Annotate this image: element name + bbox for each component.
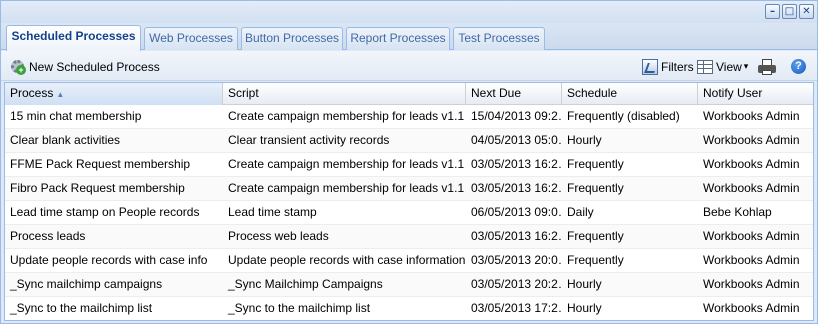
help-button[interactable]: ? [791,58,806,75]
notify-user-cell: Workbooks Admin [703,301,800,315]
tab-scheduled-processes[interactable]: Scheduled Processes [6,25,141,51]
filters-label: Filters [661,59,694,74]
grid-body: 15 min chat membership Create campaign me… [5,105,813,320]
process-cell: 15 min chat membership [10,109,142,123]
next-due-cell: 03/05/2013 16:2… [471,181,562,195]
process-cell: _Sync to the mailchimp list [10,301,153,315]
process-cell: _Sync mailchimp campaigns [10,277,163,291]
table-row[interactable]: Clear blank activities Clear transient ac… [5,129,813,153]
process-cell: Process leads [10,229,86,243]
filter-icon [642,58,658,75]
script-cell: Update people records with case informat… [228,253,466,267]
next-due-cell: 03/05/2013 16:2… [471,229,562,243]
script-cell: Lead time stamp [228,205,317,219]
notify-user-cell: Workbooks Admin [703,181,800,195]
next-due-cell: 03/05/2013 20:2… [471,277,562,291]
view-label: View [716,59,742,74]
minimize-icon[interactable]: – [765,4,780,19]
notify-user-cell: Bebe Kohlap [703,205,772,219]
table-row[interactable]: Lead time stamp on People records Lead ti… [5,201,813,225]
notify-user-cell: Workbooks Admin [703,229,800,243]
schedule-cell: Hourly [567,277,602,291]
script-cell: Process web leads [228,229,329,243]
notify-user-cell: Workbooks Admin [703,157,800,171]
toolbar: + New Scheduled Process Filters View ▾ ? [1,51,817,81]
tab-test-processes[interactable]: Test Processes [453,27,545,50]
table-row[interactable]: 15 min chat membership Create campaign me… [5,105,813,129]
schedule-cell: Frequently [567,229,624,243]
column-header-script[interactable]: Script [223,83,466,105]
maximize-icon[interactable]: □ [782,4,797,19]
print-button[interactable] [758,58,776,75]
grid-view-icon [697,59,713,74]
processes-grid: Process ▲ Script Next Due Schedule Notify… [4,82,814,321]
process-cell: Update people records with case info [10,253,208,267]
table-row[interactable]: FFME Pack Request membership Create campa… [5,153,813,177]
column-header-notify-user[interactable]: Notify User [698,83,813,105]
tab-button-processes[interactable]: Button Processes [241,27,343,50]
new-scheduled-process-label: New Scheduled Process [29,59,160,74]
table-row[interactable]: _Sync to the mailchimp list _Sync to the … [5,297,813,320]
notify-user-cell: Workbooks Admin [703,277,800,291]
schedule-cell: Hourly [567,133,602,147]
next-due-cell: 03/05/2013 17:2… [471,301,562,315]
table-row[interactable]: _Sync mailchimp campaigns _Sync Mailchimp… [5,273,813,297]
process-cell: Fibro Pack Request membership [10,181,185,195]
tab-strip: Scheduled Processes Web Processes Button… [1,23,817,51]
help-icon: ? [791,59,806,74]
column-header-process[interactable]: Process ▲ [5,83,223,105]
schedule-cell: Hourly [567,301,602,315]
window-titlebar: – □ ✕ [1,1,817,23]
next-due-cell: 03/05/2013 16:2… [471,157,562,171]
window-controls: – □ ✕ [765,4,814,19]
chevron-down-icon: ▾ [743,61,749,71]
schedule-cell: Frequently [567,157,624,171]
column-header-schedule[interactable]: Schedule [562,83,698,105]
filters-button[interactable]: Filters [642,58,694,75]
process-cell: FFME Pack Request membership [10,157,191,171]
grid-header: Process ▲ Script Next Due Schedule Notify… [5,83,813,105]
notify-user-cell: Workbooks Admin [703,253,800,267]
printer-icon [758,58,776,75]
next-due-cell: 03/05/2013 20:0… [471,253,562,267]
column-header-next-due[interactable]: Next Due [466,83,562,105]
sort-ascending-icon: ▲ [56,90,65,99]
script-cell: Clear transient activity records [228,133,390,147]
notify-user-cell: Workbooks Admin [703,133,800,147]
table-row[interactable]: Update people records with case info Upda… [5,249,813,273]
next-due-cell: 06/05/2013 09:0… [471,205,562,219]
new-process-icon: + [10,59,26,75]
notify-user-cell: Workbooks Admin [703,109,800,123]
next-due-cell: 04/05/2013 05:0… [471,133,562,147]
view-menu-button[interactable]: View ▾ [697,58,748,75]
script-cell: _Sync to the mailchimp list [228,301,371,315]
table-row[interactable]: Fibro Pack Request membership Create camp… [5,177,813,201]
schedule-cell: Daily [567,205,594,219]
script-cell: _Sync Mailchimp Campaigns [228,277,383,291]
script-cell: Create campaign membership for leads v1.… [228,181,465,195]
script-cell: Create campaign membership for leads v1.… [228,157,465,171]
tab-web-processes[interactable]: Web Processes [144,27,238,50]
script-cell: Create campaign membership for leads v1.… [228,109,465,123]
next-due-cell: 15/04/2013 09:2… [471,109,562,123]
process-cell: Lead time stamp on People records [10,205,200,219]
schedule-cell: Frequently [567,181,624,195]
schedule-cell: Frequently [567,253,624,267]
new-scheduled-process-button[interactable]: + New Scheduled Process [10,58,160,75]
table-row[interactable]: Process leads Process web leads 03/05/2013… [5,225,813,249]
tab-report-processes[interactable]: Report Processes [346,27,450,50]
process-cell: Clear blank activities [10,133,121,147]
scheduled-processes-window: – □ ✕ Scheduled Processes Web Processes … [0,0,818,324]
schedule-cell: Frequently (disabled) [567,109,680,123]
close-icon[interactable]: ✕ [799,4,814,19]
